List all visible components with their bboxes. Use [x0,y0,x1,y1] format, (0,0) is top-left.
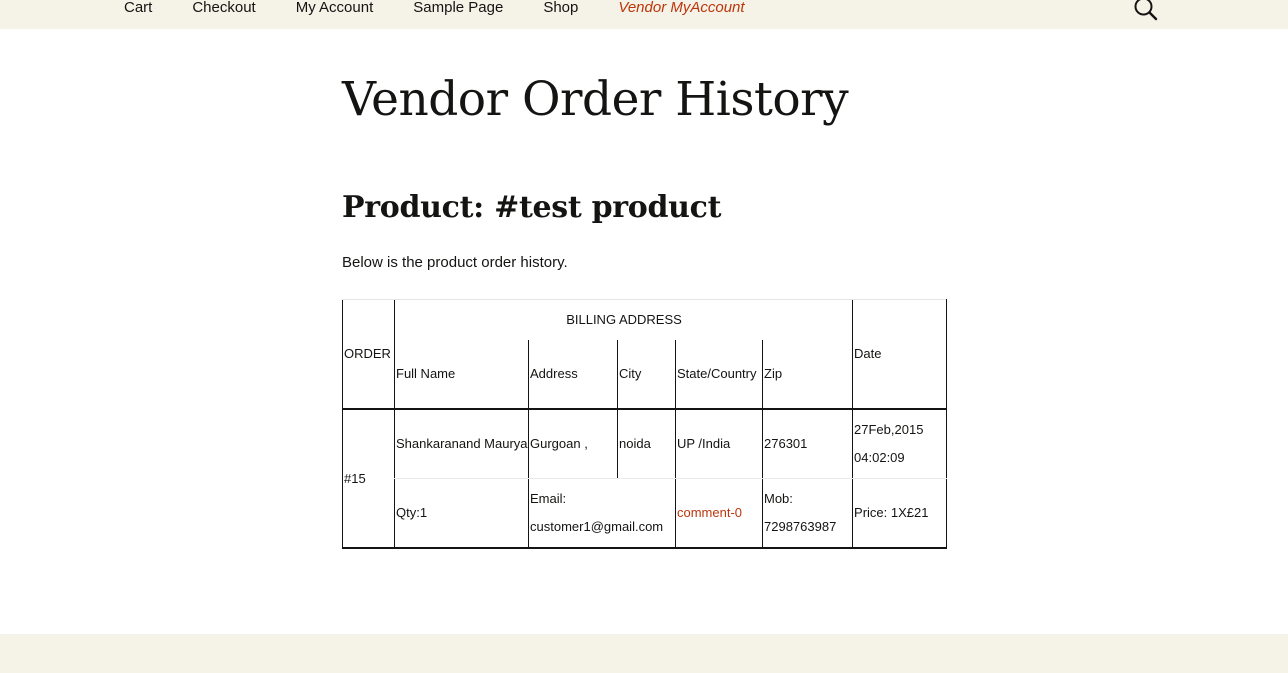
cell-state-country: UP /India [675,409,763,479]
nav-menu: Cart Checkout My Account Sample Page Sho… [124,0,785,29]
cell-address: Gurgoan , [528,409,618,479]
site-footer [0,634,1288,673]
cell-city: noida [617,409,676,479]
cell-qty: Qty:1 [394,478,529,548]
search-icon [1134,0,1158,21]
cell-full-name: Shankaranand Maurya [394,409,529,479]
header-date: Date [852,299,948,409]
cell-order-number: #15 [342,409,395,549]
cell-comment: comment-0 [675,478,763,548]
header-state-country: State/Country [675,340,763,409]
nav-item-sample-page[interactable]: Sample Page [413,0,503,16]
nav-item-my-account[interactable]: My Account [296,0,374,16]
comment-link[interactable]: comment-0 [677,505,742,520]
nav-item-vendor-myaccount[interactable]: Vendor MyAccount [618,0,744,16]
header-billing-address: BILLING ADDRESS [393,299,853,340]
header-city: City [617,340,676,409]
intro-text: Below is the product order history. [342,254,568,271]
header-zip: Zip [761,340,854,409]
table-row-detail: Qty:1 Email: customer1@gmail.com comment… [342,478,948,548]
order-history-table: ORDER BILLING ADDRESS Date Full Name Add… [342,299,948,549]
nav-item-cart[interactable]: Cart [124,0,152,16]
nav-item-shop[interactable]: Shop [543,0,578,16]
search-button[interactable] [1133,0,1159,22]
table-row: #15 Shankaranand Maurya Gurgoan , noida … [342,409,948,549]
cell-zip: 276301 [761,409,853,479]
nav-item-checkout[interactable]: Checkout [192,0,255,16]
cell-date: 27Feb,2015 04:02:09 [852,409,948,479]
table-header-row: ORDER BILLING ADDRESS Date [342,299,948,409]
header-order: ORDER [342,299,395,409]
header-address: Address [528,340,618,409]
product-heading: Product: #test product [342,190,722,225]
cell-mobile: Mob: 7298763987 [761,478,853,548]
cell-price: Price: 1X£21 [852,478,948,548]
cell-email: Email: customer1@gmail.com [528,478,676,548]
page-title: Vendor Order History [342,72,849,127]
header-full-name: Full Name [394,340,529,409]
top-navigation-bar: Cart Checkout My Account Sample Page Sho… [0,0,1288,29]
